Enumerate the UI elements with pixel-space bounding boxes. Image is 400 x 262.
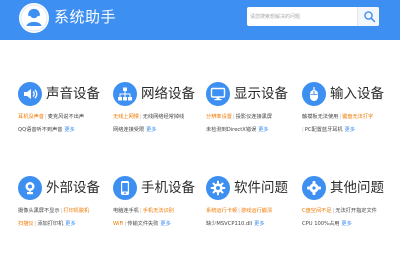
issue-link[interactable]: 系统运行卡顿 xyxy=(206,208,237,214)
category-links: 分辨率设置|投影仪连接黑屏 未检测到DirectX错误 更多 xyxy=(206,114,273,133)
issue-link[interactable]: 传输文件失败 xyxy=(127,221,158,227)
camera-icon xyxy=(18,176,42,200)
issue-link[interactable]: 无线上网慢 xyxy=(113,114,139,120)
issue-link[interactable]: 游戏运行崩溃 xyxy=(241,208,272,214)
more-link[interactable]: 更多 xyxy=(160,221,170,227)
app-header: 系统助手 xyxy=(0,0,400,40)
issue-link[interactable]: 耳机没声音 xyxy=(18,114,44,120)
issue-link[interactable]: 键盘无法打字 xyxy=(342,114,373,120)
issue-link[interactable]: 摄像头黑屏不显示 xyxy=(18,208,60,214)
issue-link[interactable]: WiFi xyxy=(113,221,124,227)
search-box xyxy=(247,7,379,26)
category-header-display[interactable]: 显示设备 xyxy=(206,82,298,108)
more-link[interactable]: 更多 xyxy=(146,127,156,133)
input-icon xyxy=(302,82,326,106)
category-links: C盘空间不足|无法打开指定文件 CPU 100%占用 更多 xyxy=(302,208,377,227)
issue-link[interactable]: 投影仪连接黑屏 xyxy=(236,114,272,120)
speaker-icon xyxy=(18,82,42,106)
issue-link[interactable]: 添加打印机 xyxy=(37,221,63,227)
category-title: 声音设备 xyxy=(46,86,100,102)
category-links: 触摸板无法使用|键盘无法打字 |PC配置蓝牙耳机 更多 xyxy=(302,114,374,133)
issue-link[interactable]: 缺少MSVCP110.dll xyxy=(206,221,252,227)
category-header-phone[interactable]: 手机设备 xyxy=(113,176,205,202)
issue-link[interactable]: 网络连接受限 xyxy=(113,127,144,133)
category-title: 显示设备 xyxy=(234,86,288,102)
issue-link[interactable]: 打印机脱机 xyxy=(63,208,89,214)
category-title: 外部设备 xyxy=(46,180,100,196)
more-link[interactable]: 更多 xyxy=(345,127,355,133)
issue-link[interactable]: 麦克风说不出声 xyxy=(48,114,84,120)
issue-link[interactable]: C盘空间不足 xyxy=(302,208,332,214)
issue-link[interactable]: 无法打开指定文件 xyxy=(335,208,377,214)
category-links: 耳机没声音|麦克风说不出声 QQ语音听不到声音 更多 xyxy=(18,114,85,133)
category-links: 系统运行卡顿|游戏运行崩溃 缺少MSVCP110.dll 更多 xyxy=(206,208,273,227)
category-header-sound[interactable]: 声音设备 xyxy=(18,82,110,108)
more-link[interactable]: 更多 xyxy=(341,221,351,227)
category-header-software[interactable]: 软件问题 xyxy=(206,176,298,202)
issue-link[interactable]: 未检测到DirectX错误 xyxy=(206,127,256,133)
app-title: 系统助手 xyxy=(54,8,117,26)
category-links: 无线上网慢|无线网络经常掉线 网络连接受限 更多 xyxy=(113,114,185,133)
issue-link[interactable]: CPU 100%占用 xyxy=(302,221,339,227)
search-icon xyxy=(364,11,376,23)
issue-link[interactable]: 扫描仪 xyxy=(18,221,34,227)
category-title: 输入设备 xyxy=(330,86,384,102)
question-icon xyxy=(302,176,326,200)
issue-link[interactable]: QQ语音听不到声音 xyxy=(18,127,62,133)
category-header-input[interactable]: 输入设备 xyxy=(302,82,394,108)
app-logo-icon xyxy=(19,3,49,33)
search-button[interactable] xyxy=(357,7,379,26)
category-title: 网络设备 xyxy=(141,86,195,102)
monitor-icon xyxy=(206,82,230,106)
issue-link[interactable]: 手机无法识别 xyxy=(143,208,174,214)
search-input[interactable] xyxy=(250,9,354,24)
more-link[interactable]: 更多 xyxy=(65,221,75,227)
network-icon xyxy=(113,82,137,106)
more-link[interactable]: 更多 xyxy=(64,127,74,133)
issue-link[interactable]: 触摸板无法使用 xyxy=(302,114,338,120)
issue-link[interactable]: 分辨率设置 xyxy=(206,114,232,120)
issue-link[interactable]: 电脑连手机 xyxy=(113,208,139,214)
issue-link[interactable]: 无线网络经常掉线 xyxy=(143,114,185,120)
more-link[interactable]: 更多 xyxy=(258,127,268,133)
more-link[interactable]: 更多 xyxy=(254,221,264,227)
category-header-external[interactable]: 外部设备 xyxy=(18,176,110,202)
issue-link[interactable]: PC配置蓝牙耳机 xyxy=(305,127,343,133)
category-links: 电脑连手机|手机无法识别 WiFi|传输文件失败 更多 xyxy=(113,208,174,227)
category-header-network[interactable]: 网络设备 xyxy=(113,82,205,108)
category-header-other[interactable]: 其他问题 xyxy=(302,176,394,202)
category-title: 其他问题 xyxy=(330,180,384,196)
category-title: 手机设备 xyxy=(141,180,195,196)
category-links: 摄像头黑屏不显示|打印机脱机 扫描仪|添加打印机 更多 xyxy=(18,208,90,227)
gear-icon xyxy=(206,176,230,200)
phone-icon xyxy=(113,176,137,200)
category-title: 软件问题 xyxy=(234,180,288,196)
